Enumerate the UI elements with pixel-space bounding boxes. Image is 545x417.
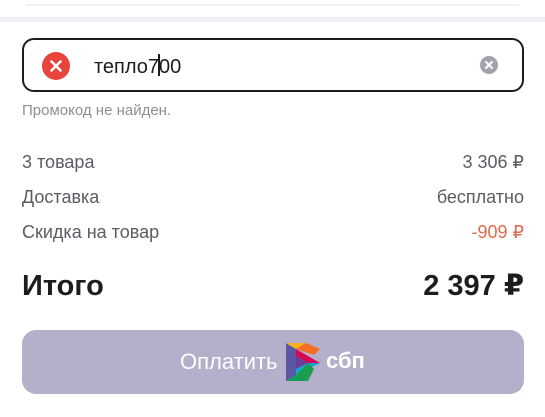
divider-line [26,4,519,6]
total-label: Итого [22,270,104,302]
promo-code-input[interactable]: тепло700 [94,54,181,79]
sbp-text: сбп [326,348,365,373]
items-label: 3 товара [22,152,95,172]
sbp-logo-icon [284,341,324,383]
delivery-label: Доставка [22,187,100,207]
discount-row: Скидка на товар -909 ₽ [22,220,524,244]
discount-value: -909 ₽ [471,222,524,242]
pay-button-label: Оплатить [180,349,278,374]
delivery-row: Доставка бесплатно [22,185,524,209]
clear-icon[interactable] [480,56,498,74]
error-icon [42,52,70,80]
discount-label: Скидка на товар [22,222,160,242]
pay-button[interactable]: Оплатить сбп [22,330,524,394]
items-row: 3 товара 3 306 ₽ [22,150,524,174]
promo-code-text-before-caret: тепло7 [94,56,160,78]
items-value: 3 306 ₽ [462,152,525,172]
total-value: 2 397 ₽ [423,270,524,302]
promo-code-text-after-caret: 00 [159,56,182,78]
top-divider [0,0,545,22]
delivery-value: бесплатно [436,187,524,207]
total-row: Итого 2 397 ₽ [22,268,524,304]
promo-error-message: Промокод не найден. [22,102,172,119]
promo-code-field[interactable]: тепло700 [22,38,524,92]
checkout-summary: тепло700 Промокод не найден. 3 товара 3 … [0,0,545,417]
